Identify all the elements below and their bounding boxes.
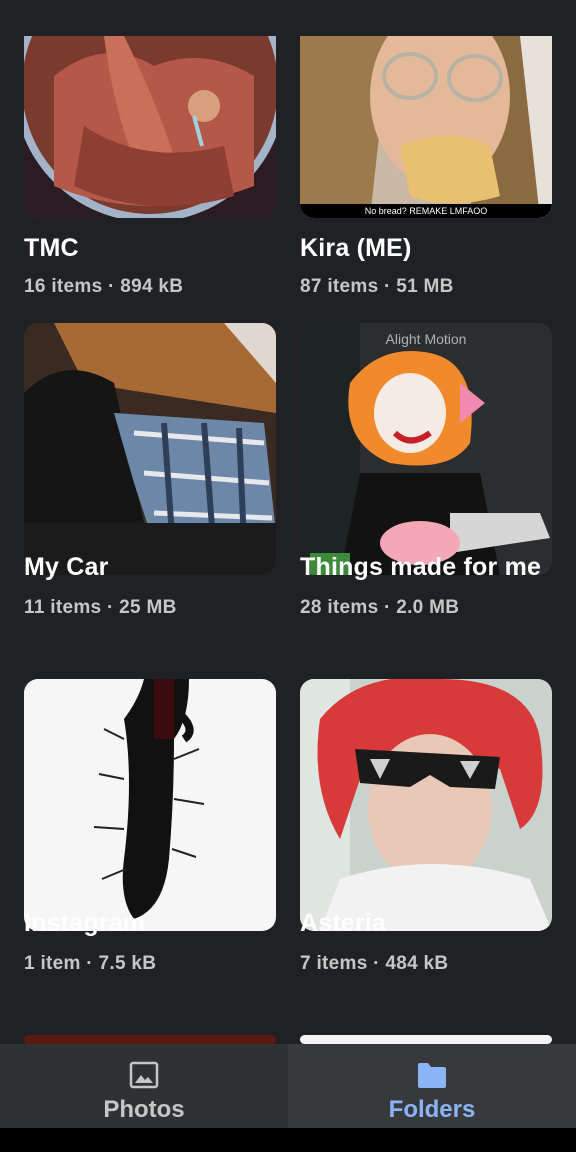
folder-thumbnail[interactable]: [24, 36, 276, 218]
top-spacer: [0, 0, 576, 36]
folder-tile-instagram[interactable]: Instagram 1 item · 7.5 kB: [24, 679, 276, 1009]
image-icon: [129, 1061, 159, 1089]
nav-label: Folders: [388, 1096, 476, 1123]
folder-thumbnail[interactable]: Alight Motion: [300, 323, 552, 575]
folder-thumbnail[interactable]: [24, 323, 276, 575]
folder-tile-my-car[interactable]: My Car 11 items · 25 MB: [24, 323, 276, 653]
folder-meta: 7 items · 484 kB: [300, 953, 449, 974]
folder-meta: 11 items · 25 MB: [24, 597, 177, 618]
bottom-navigation: Photos Folders: [0, 1044, 576, 1128]
folder-meta: 1 item · 7.5 kB: [24, 953, 157, 974]
nav-label: Photos: [103, 1096, 185, 1123]
folder-name: TMC: [24, 234, 79, 262]
asteria-photo: [300, 679, 552, 931]
kira-photo: [300, 36, 552, 218]
folder-name: My Car: [24, 553, 109, 581]
folder-tile-partial[interactable]: [300, 1035, 552, 1044]
thumbnail-watermark: Alight Motion: [385, 331, 467, 347]
gallery-app: TMC 16 items · 894 kB No bread? REMAKE L…: [0, 0, 576, 1152]
folder-tile-things-made-for-me[interactable]: Alight Motion Things made for me 28 item…: [300, 323, 552, 653]
folder-tile-kira[interactable]: No bread? REMAKE LMFAOO Kira (ME) 87 ite…: [300, 36, 552, 330]
folder-thumbnail[interactable]: [300, 1035, 552, 1044]
folder-thumbnail[interactable]: [24, 1035, 276, 1044]
folder-tile-tmc[interactable]: TMC 16 items · 894 kB: [24, 36, 276, 330]
folder-thumbnail[interactable]: [24, 679, 276, 931]
folder-name: Things made for me: [300, 553, 542, 581]
tmc-artwork: [24, 36, 276, 218]
folder-meta: 28 items · 2.0 MB: [300, 597, 460, 618]
system-navigation-bar: [0, 1128, 576, 1152]
folder-name: Instagram: [24, 909, 146, 937]
folder-meta: 87 items · 51 MB: [300, 276, 454, 297]
nav-folders[interactable]: Folders: [288, 1044, 576, 1128]
folder-meta: 16 items · 894 kB: [24, 276, 184, 297]
folder-grid[interactable]: TMC 16 items · 894 kB No bread? REMAKE L…: [0, 36, 576, 1044]
folder-name: Kira (ME): [300, 234, 412, 262]
instagram-image: [24, 679, 276, 931]
artwork-drawing: [300, 323, 552, 575]
folder-thumbnail[interactable]: No bread? REMAKE LMFAOO: [300, 36, 552, 218]
nav-photos[interactable]: Photos: [0, 1044, 288, 1128]
folder-icon: [418, 1063, 446, 1088]
folder-tile-asteria[interactable]: Asteria 7 items · 484 kB: [300, 679, 552, 1009]
folder-name: Asteria: [300, 909, 387, 937]
folder-tile-partial[interactable]: [24, 1035, 276, 1044]
thumbnail-caption: No bread? REMAKE LMFAOO: [300, 204, 552, 218]
my-car-photo: [24, 323, 276, 575]
folder-thumbnail[interactable]: [300, 679, 552, 931]
